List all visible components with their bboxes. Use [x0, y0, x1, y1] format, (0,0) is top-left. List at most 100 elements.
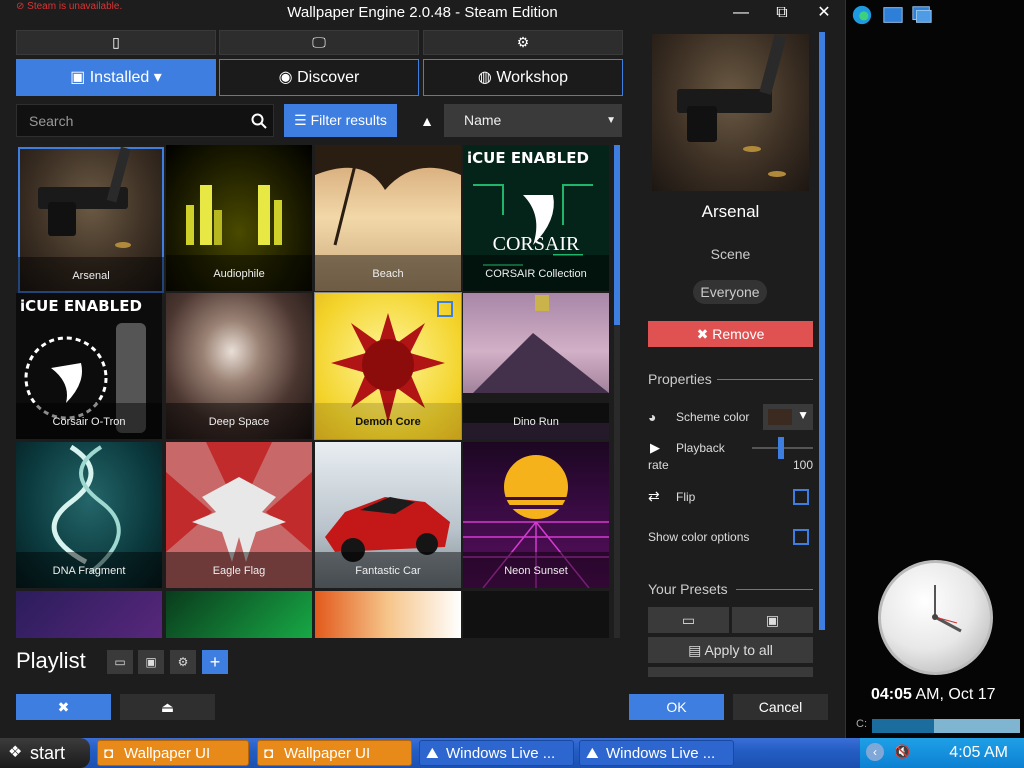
- wallpaper-tile-deep-space[interactable]: Deep Space: [166, 293, 312, 439]
- switch-windows-icon[interactable]: [910, 4, 934, 26]
- presets-divider: [736, 589, 813, 590]
- desktop-device-button[interactable]: 🖵: [219, 30, 419, 55]
- tab-installed[interactable]: ▣ Installed ▾: [16, 59, 216, 96]
- tile-label: Corsair O-Tron: [16, 403, 162, 439]
- wallpaper-tile-partial-1[interactable]: [16, 591, 162, 638]
- edge-browser-icon[interactable]: [850, 4, 874, 26]
- wallpaper-tile-corsair-collection[interactable]: iCUE ENABLED CORSAIR CORSAIR Collection: [463, 145, 609, 291]
- compass-icon: ◉: [278, 69, 298, 86]
- wallpaper-tile-partial-4[interactable]: [463, 591, 609, 638]
- sort-direction-button[interactable]: ▲: [414, 108, 440, 134]
- caret-down-icon: ▾: [149, 69, 162, 86]
- playback-rate-slider[interactable]: [752, 437, 813, 459]
- sort-select[interactable]: Name ▼: [444, 104, 622, 137]
- sort-select-value: Name: [464, 112, 502, 128]
- wallpaper-engine-window: ⊘ Steam is unavailable. Wallpaper Engine…: [0, 0, 845, 738]
- tools-button[interactable]: ✖: [16, 694, 111, 720]
- tray-expand-icon[interactable]: ‹: [866, 743, 884, 761]
- search-icon[interactable]: [251, 113, 267, 129]
- playlist-add-button[interactable]: +: [202, 650, 228, 674]
- task-label: Windows Live ...: [446, 745, 556, 762]
- color-swatch: [768, 409, 792, 425]
- taskbar: ❖ start ◘ Wallpaper UI ◘ Wallpaper UI ⛰ Win…: [0, 738, 1024, 768]
- save-icon: ▣: [70, 69, 90, 86]
- task-label: Wallpaper UI: [124, 745, 211, 762]
- ok-button[interactable]: OK: [629, 694, 724, 720]
- task-label: Wallpaper UI: [284, 745, 371, 762]
- wallpaper-tile-dino-run[interactable]: Dino Run: [463, 293, 609, 439]
- show-desktop-icon[interactable]: [881, 4, 905, 26]
- wallpaper-tile-partial-2[interactable]: [166, 591, 312, 638]
- details-scrollbar[interactable]: [819, 32, 825, 630]
- volume-muted-icon[interactable]: 🔇: [894, 744, 910, 760]
- triangle-up-icon: ▲: [420, 113, 434, 129]
- wallpaper-tile-demon-core[interactable]: Demon Core: [314, 292, 462, 440]
- maximize-button[interactable]: ⧉: [770, 3, 794, 23]
- tile-label: Deep Space: [166, 403, 312, 439]
- play-icon: ▶: [650, 440, 660, 455]
- apply-to-all-button[interactable]: ▤ Apply to all: [648, 637, 813, 663]
- close-button[interactable]: ✕: [812, 3, 836, 23]
- preset-open-button[interactable]: ▭: [648, 607, 729, 633]
- wallpaper-tile-dna-fragment[interactable]: DNA Fragment: [16, 442, 162, 588]
- remove-button[interactable]: ✖ Remove: [648, 321, 813, 347]
- wallpaper-tile-partial-3[interactable]: [315, 591, 461, 638]
- playlist-save-button[interactable]: ▣: [138, 650, 164, 674]
- windows-logo-icon: ❖: [8, 744, 23, 761]
- content-rating-badge: Everyone: [693, 280, 767, 304]
- partial-preset-button[interactable]: [648, 667, 813, 677]
- upload-button[interactable]: ⏏: [120, 694, 215, 720]
- palm-tree-graphic: [315, 145, 461, 246]
- playlist-config-button[interactable]: ⚙: [170, 650, 196, 674]
- presets-header: Your Presets: [648, 581, 728, 597]
- scheme-color-picker[interactable]: ▼: [763, 404, 813, 430]
- flip-checkbox[interactable]: [793, 489, 809, 505]
- filter-results-button[interactable]: ☰ Filter results: [284, 104, 397, 137]
- mobile-device-button[interactable]: ▯: [16, 30, 216, 55]
- taskbar-item-windows-live-1[interactable]: ⛰ Windows Live ...: [419, 740, 574, 766]
- wallpaper-tile-audiophile[interactable]: Audiophile: [166, 145, 312, 291]
- wallpaper-tile-corsair-o-tron[interactable]: iCUE ENABLED Corsair O-Tron: [16, 293, 162, 439]
- task-label: Windows Live ...: [606, 745, 716, 762]
- grid-scrollbar[interactable]: [614, 145, 620, 638]
- taskbar-item-wallpaper-ui-2[interactable]: ◘ Wallpaper UI: [257, 740, 412, 766]
- playlist-open-button[interactable]: ▭: [107, 650, 133, 674]
- phone-icon: ▯: [112, 34, 120, 50]
- settings-button[interactable]: ⚙: [423, 30, 623, 55]
- taskbar-item-windows-live-2[interactable]: ⛰ Windows Live ...: [579, 740, 734, 766]
- chevron-down-icon: ▼: [797, 408, 809, 422]
- wallpaper-tile-beach[interactable]: Beach: [315, 145, 461, 291]
- windows-live-icon: ⛰: [426, 745, 439, 762]
- drive-usage-fill: [872, 719, 935, 733]
- scrollbar-thumb[interactable]: [614, 145, 620, 325]
- minimize-button[interactable]: —: [729, 3, 753, 23]
- slider-handle[interactable]: [778, 437, 784, 459]
- tile-label: DNA Fragment: [16, 552, 162, 588]
- tab-workshop[interactable]: ◍ Workshop: [423, 59, 623, 96]
- preset-save-button[interactable]: ▣: [732, 607, 813, 633]
- tile-label: CORSAIR Collection: [463, 255, 609, 291]
- app-icon: ◘: [264, 745, 274, 762]
- wallpaper-tile-eagle-flag[interactable]: Eagle Flag: [166, 442, 312, 588]
- flip-label: Flip: [676, 490, 696, 504]
- start-button[interactable]: ❖ start: [0, 738, 90, 768]
- tab-installed-label: Installed: [89, 69, 150, 86]
- sidebar-time: 04:05: [871, 686, 912, 703]
- cancel-button[interactable]: Cancel: [733, 694, 828, 720]
- search-input[interactable]: [17, 105, 237, 136]
- palette-icon: ◕: [648, 409, 657, 425]
- gear-icon: ⚙: [516, 34, 530, 50]
- wallpaper-tile-fantastic-car[interactable]: Fantastic Car: [315, 442, 461, 588]
- pistol-graphic: [38, 147, 131, 248]
- wallpaper-tile-arsenal[interactable]: Arsenal: [18, 147, 164, 293]
- tile-label: Fantastic Car: [315, 552, 461, 588]
- taskbar-item-wallpaper-ui-1[interactable]: ◘ Wallpaper UI: [97, 740, 249, 766]
- taskbar-clock[interactable]: 4:05 AM: [949, 744, 1008, 762]
- show-color-options-checkbox[interactable]: [793, 529, 809, 545]
- select-checkbox[interactable]: [437, 301, 453, 317]
- remove-label: Remove: [712, 326, 765, 342]
- tab-discover[interactable]: ◉ Discover: [219, 59, 419, 96]
- playback-label: Playback: [676, 441, 725, 455]
- list-icon: ▤: [688, 642, 705, 658]
- wallpaper-tile-neon-sunset[interactable]: Neon Sunset: [463, 442, 609, 588]
